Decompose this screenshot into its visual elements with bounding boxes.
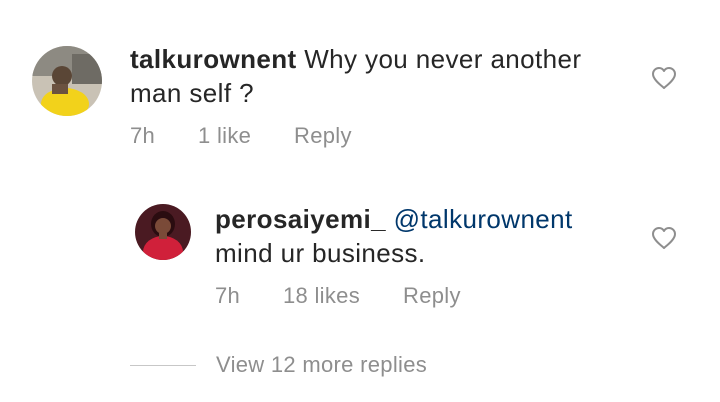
view-more-replies[interactable]: View 12 more replies [130, 350, 427, 380]
avatar[interactable] [32, 46, 102, 116]
heart-outline-icon[interactable] [651, 226, 677, 250]
reply-likes[interactable]: 18 likes [283, 283, 360, 309]
view-more-label[interactable]: View 12 more replies [216, 352, 427, 378]
divider-line [130, 364, 196, 366]
reply-time: 7h [215, 283, 241, 308]
reply-button[interactable]: Reply [403, 283, 461, 309]
reply-text: perosaiyemi_ @talkurownent mind ur busin… [215, 202, 635, 270]
comment-username[interactable]: talkurownent [130, 44, 297, 74]
avatar[interactable] [135, 204, 191, 260]
comment-meta: 7h 1 like Reply [130, 123, 390, 151]
comment-time: 7h [130, 123, 156, 148]
reply-mention[interactable]: @talkurownent [394, 204, 573, 234]
reply-body: mind ur business. [215, 238, 426, 268]
comment-likes[interactable]: 1 like [198, 123, 251, 149]
comment-body-line1: Why you never another [296, 44, 582, 74]
reply-username[interactable]: perosaiyemi_ [215, 204, 386, 234]
comment-body-line2: man self ? [130, 78, 254, 108]
comment-text: talkurownent Why you never another man s… [130, 42, 630, 110]
reply-meta: 7h 18 likes Reply [215, 283, 485, 311]
reply-button[interactable]: Reply [294, 123, 352, 149]
heart-outline-icon[interactable] [651, 66, 677, 90]
